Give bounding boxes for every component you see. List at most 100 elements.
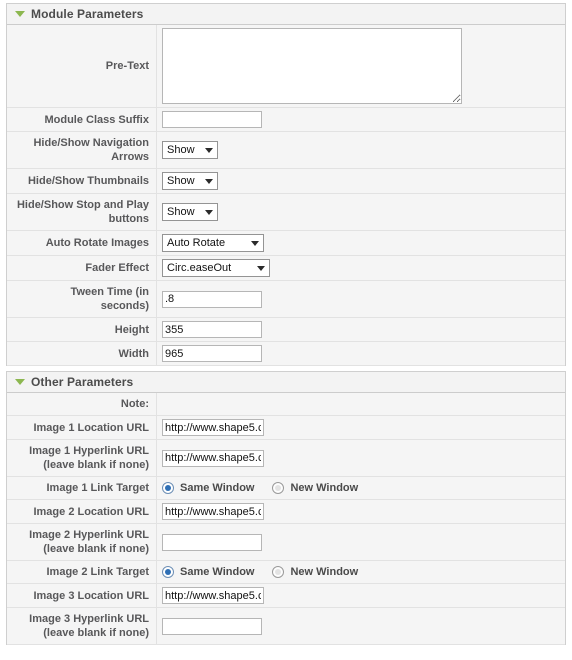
row-label-line: Hide/Show Stop and Play xyxy=(16,199,149,211)
row-label-text: Width xyxy=(118,347,149,360)
panels-container: Module Parameters Pre-Text Module Class Su… xyxy=(0,3,572,645)
select-hide-show-thumbnails[interactable]: Show xyxy=(162,172,218,190)
radio-label: Same Window xyxy=(180,566,255,578)
row-label: Image 1 Link Target xyxy=(7,477,157,499)
row-label: Hide/Show Thumbnails xyxy=(7,169,157,193)
row-label-line: Image 1 Hyperlink URL xyxy=(29,445,149,457)
triangle-down-icon[interactable] xyxy=(15,11,25,17)
radio-label: New Window xyxy=(290,482,359,494)
row-label: Fader Effect xyxy=(7,256,157,280)
panel-rows: Note: Image 1 Location URL Image 1 Hyperli… xyxy=(7,393,565,645)
row-label-text: Fader Effect xyxy=(85,262,149,274)
radio-option[interactable]: Same Window xyxy=(162,482,254,494)
radio-unselected-icon[interactable] xyxy=(272,482,285,494)
text-input-image-1-hyperlink-url-leave-blank-if-none[interactable] xyxy=(162,449,264,467)
panel-rows: Pre-Text Module Class Suffix Hide/Show Nav… xyxy=(7,25,565,366)
row-field xyxy=(157,25,565,107)
select-fader-effect[interactable]: Circ.easeOut xyxy=(162,259,270,277)
row-label: Image 2 Hyperlink URL (leave blank if non… xyxy=(7,524,157,560)
radio-group: Same Window New Window xyxy=(162,566,370,578)
select-value: Auto Rotate xyxy=(167,237,226,249)
panel-header-module-parameters[interactable]: Module Parameters xyxy=(7,4,565,25)
row-field xyxy=(157,318,565,341)
row-label-text: Image 2 Hyperlink URL (leave blank if non… xyxy=(29,528,149,556)
radio-unselected-icon[interactable] xyxy=(272,566,285,578)
row-label-text: Height xyxy=(114,323,149,336)
form-row: Image 2 Location URL xyxy=(7,500,565,524)
form-row: Image 1 Hyperlink URL (leave blank if non… xyxy=(7,440,565,477)
radio-selected-icon[interactable] xyxy=(162,566,174,578)
form-row: Image 2 Hyperlink URL (leave blank if non… xyxy=(7,524,565,561)
row-field: Same Window New Window xyxy=(157,561,565,583)
row-label-line: (leave blank if none) xyxy=(43,543,149,555)
row-label-line: Image 2 Hyperlink URL xyxy=(29,529,149,541)
row-label: Width xyxy=(7,342,157,365)
form-row: Image 1 Location URL xyxy=(7,416,565,440)
row-label: Height xyxy=(7,318,157,341)
row-label-text: Image 2 Link Target xyxy=(46,566,150,578)
row-label: Auto Rotate Images xyxy=(7,231,157,255)
panel-title: Module Parameters xyxy=(31,6,144,21)
row-field: Show xyxy=(157,169,565,193)
row-label: Hide/Show Stop and Play buttons xyxy=(7,194,157,230)
triangle-down-icon[interactable] xyxy=(15,379,25,385)
text-input-image-2-location-url[interactable] xyxy=(162,503,264,520)
radio-option[interactable]: New Window xyxy=(272,482,358,494)
form-row: Height xyxy=(7,318,565,342)
row-label-text: Module Class Suffix xyxy=(44,113,149,126)
row-label-line: (leave blank if none) xyxy=(43,627,149,639)
row-label-text: Image 2 Location URL xyxy=(33,505,149,518)
chevron-down-icon xyxy=(257,265,265,271)
row-label-text: Hide/Show Thumbnails xyxy=(27,175,149,187)
row-label: Pre-Text xyxy=(7,25,157,107)
row-label: Hide/Show Navigation Arrows xyxy=(7,132,157,168)
row-field: Same Window New Window xyxy=(157,477,565,499)
radio-selected-icon[interactable] xyxy=(162,482,174,494)
select-hide-show-stop-and-play-buttons[interactable]: Show xyxy=(162,203,218,221)
row-field xyxy=(157,608,565,644)
row-field: Circ.easeOut xyxy=(157,256,565,280)
row-field xyxy=(157,440,565,476)
text-input-image-3-location-url[interactable] xyxy=(162,587,264,604)
form-row: Hide/Show Thumbnails Show xyxy=(7,169,565,194)
row-label-text: Hide/Show Stop and Play buttons xyxy=(17,198,149,226)
text-input-image-1-location-url[interactable] xyxy=(162,419,264,436)
row-label: Module Class Suffix xyxy=(7,108,157,131)
row-label: Image 2 Link Target xyxy=(7,561,157,583)
radio-label: New Window xyxy=(290,566,359,578)
parameters-page: Module Parameters Pre-Text Module Class Su… xyxy=(0,3,572,660)
row-field xyxy=(157,416,565,439)
row-label-text: Image 3 Location URL xyxy=(33,589,149,602)
text-input-height[interactable] xyxy=(162,321,262,338)
text-input-module-class-suffix[interactable] xyxy=(162,111,262,128)
row-label-line: Hide/Show Navigation xyxy=(33,137,149,149)
row-label-line: Arrows xyxy=(111,151,149,163)
form-row: Tween Time (in seconds) xyxy=(7,281,565,318)
row-label: Image 1 Location URL xyxy=(7,416,157,439)
select-value: Show xyxy=(167,206,195,218)
text-input-image-3-hyperlink-url-leave-blank-if-none[interactable] xyxy=(162,617,262,635)
select-value: Circ.easeOut xyxy=(167,262,232,274)
form-row: Image 1 Link Target Same Window New Window xyxy=(7,477,565,500)
radio-option[interactable]: New Window xyxy=(272,566,358,578)
form-row: Image 3 Hyperlink URL (leave blank if non… xyxy=(7,608,565,645)
radio-option[interactable]: Same Window xyxy=(162,566,254,578)
row-label: Image 3 Location URL xyxy=(7,584,157,607)
row-field xyxy=(157,584,565,607)
select-auto-rotate-images[interactable]: Auto Rotate xyxy=(162,234,264,252)
row-label-text: Auto Rotate Images xyxy=(45,237,149,249)
form-row: Note: xyxy=(7,393,565,416)
panel-title: Other Parameters xyxy=(31,374,134,389)
text-input-width[interactable] xyxy=(162,345,262,362)
form-row: Auto Rotate Images Auto Rotate xyxy=(7,231,565,256)
chevron-down-icon xyxy=(205,178,213,184)
row-label-text: Image 1 Link Target xyxy=(46,482,150,494)
text-input-image-2-hyperlink-url-leave-blank-if-none[interactable] xyxy=(162,533,262,551)
pre-text-textarea[interactable] xyxy=(162,28,462,104)
select-hide-show-navigation-arrows[interactable]: Show xyxy=(162,141,218,159)
panel-header-other-parameters[interactable]: Other Parameters xyxy=(7,372,565,393)
row-label-text: Tween Time (in seconds) xyxy=(71,285,149,313)
text-input-tween-time-in-seconds[interactable] xyxy=(162,290,262,308)
form-row: Hide/Show Stop and Play buttons Show xyxy=(7,194,565,231)
select-value: Show xyxy=(167,144,195,156)
